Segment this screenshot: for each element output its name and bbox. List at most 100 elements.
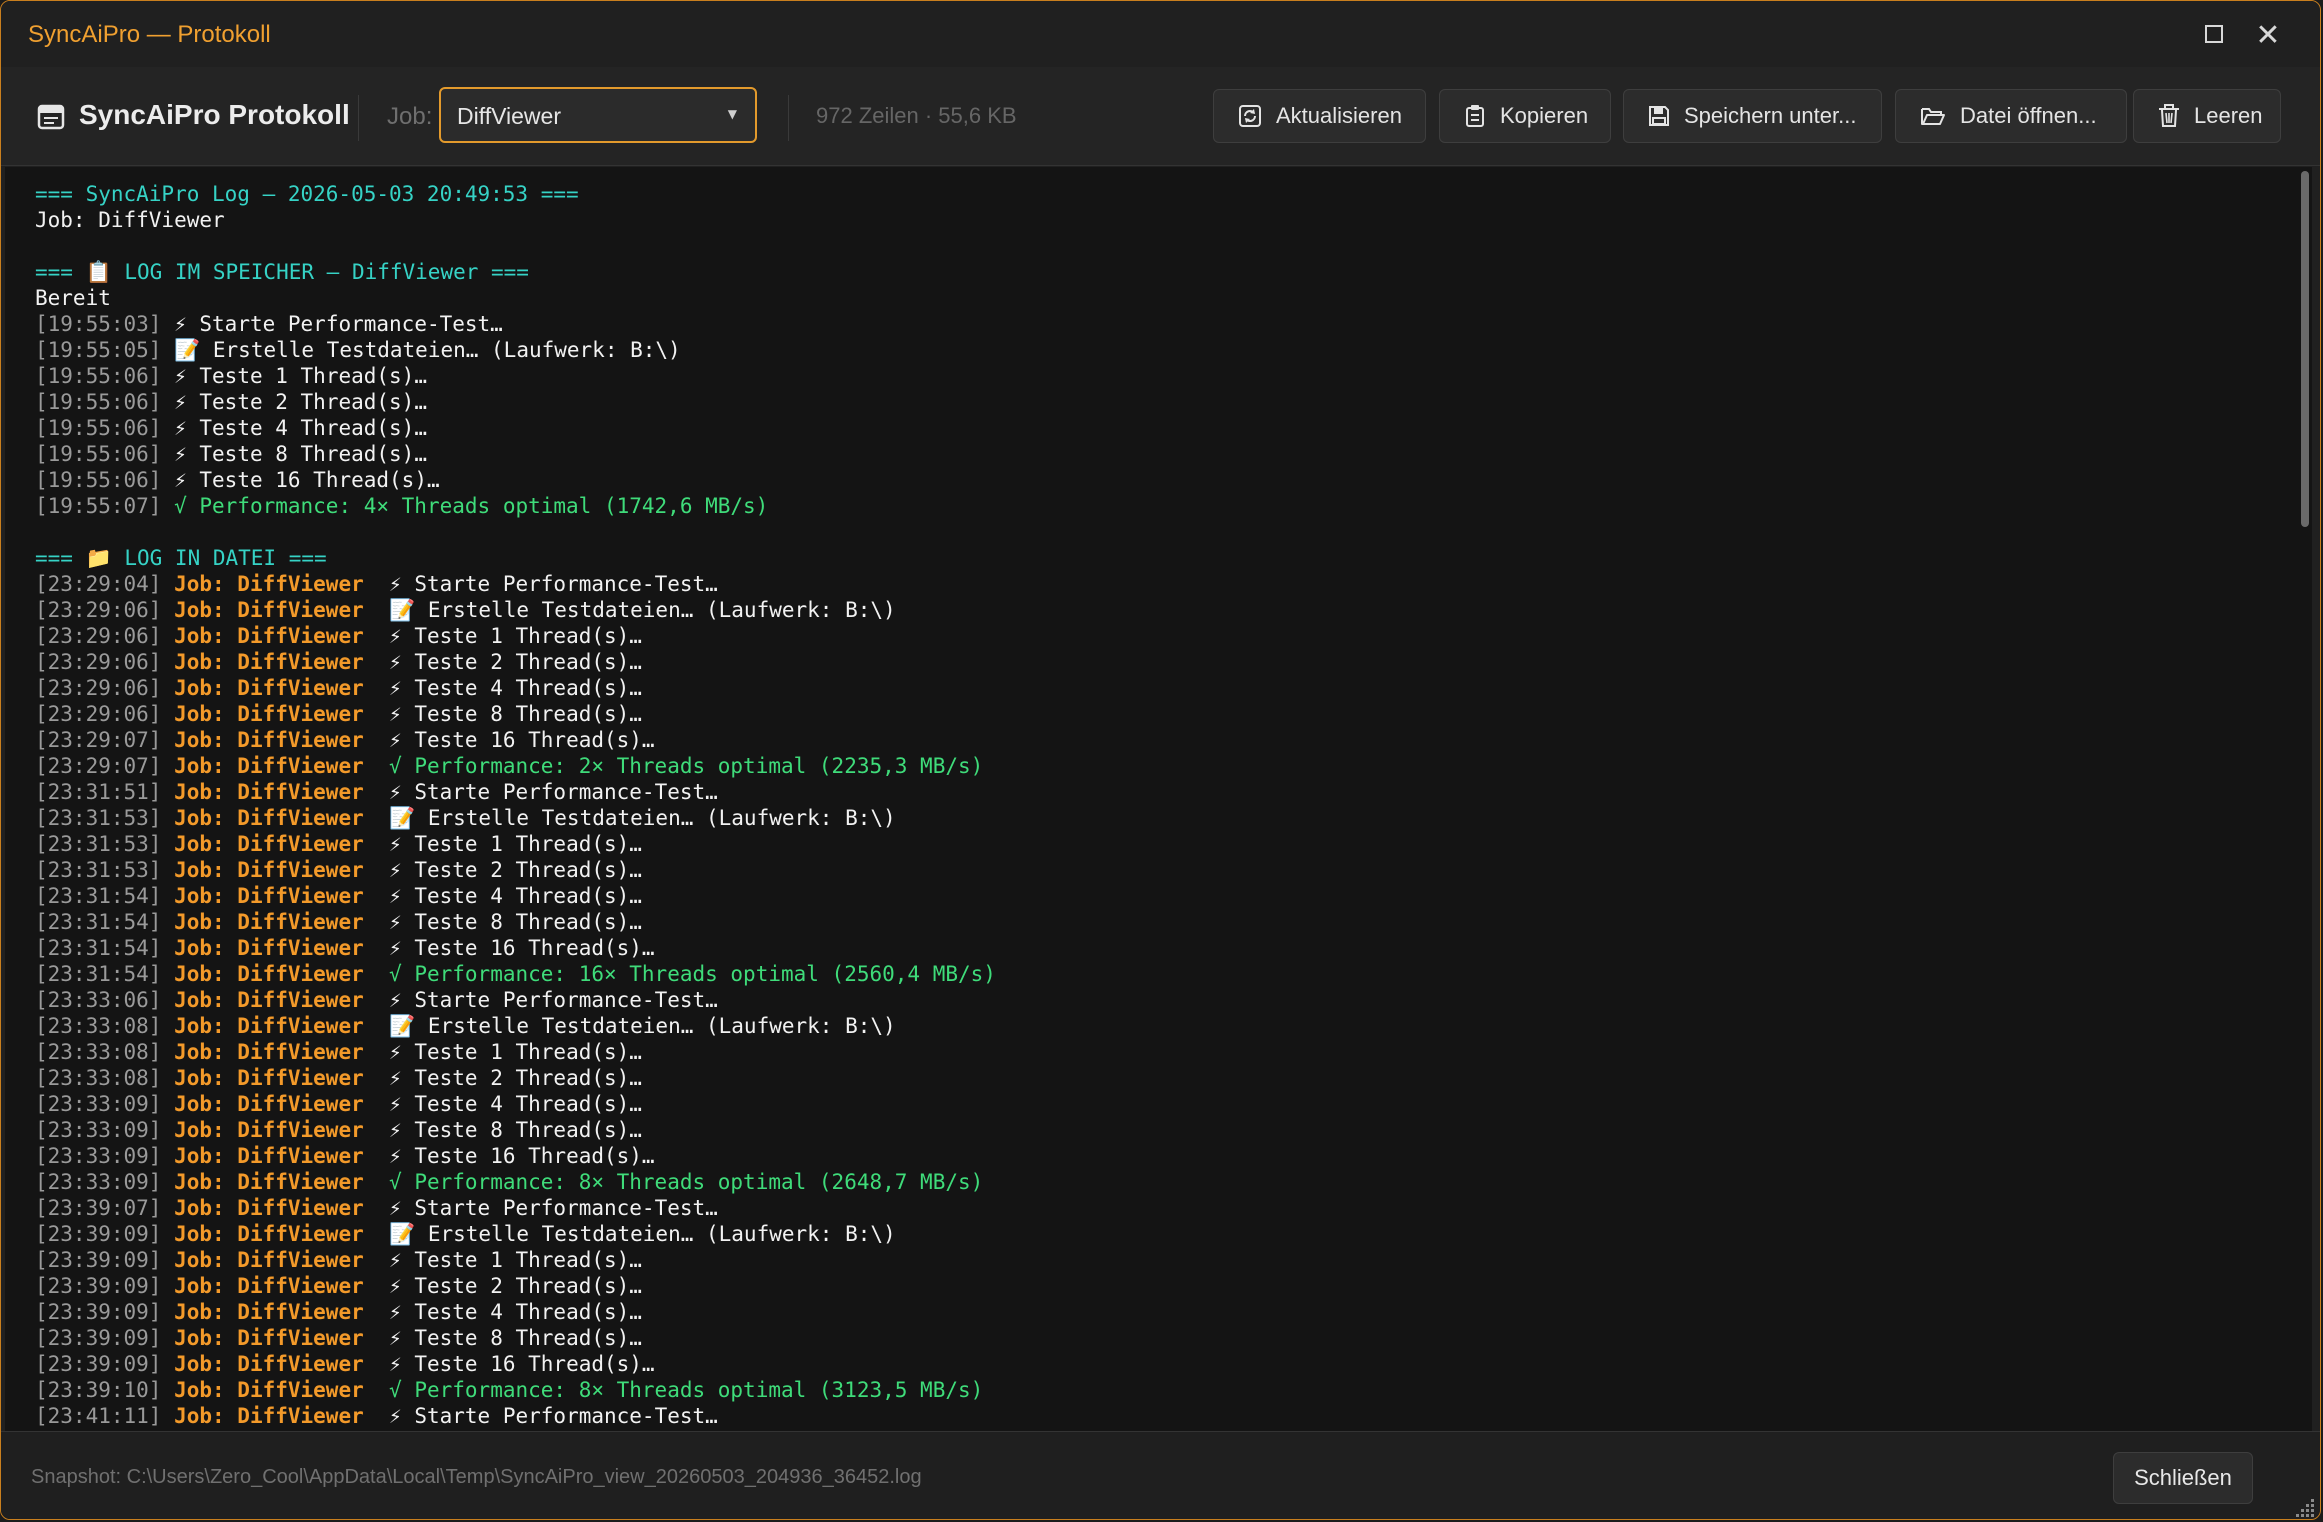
log-message: Teste 1 Thread(s)…	[401, 1040, 642, 1064]
dropdown-arrow-icon: ▼	[727, 107, 737, 121]
log-text: Job: DiffViewer	[35, 208, 225, 232]
log-job-name: Job: DiffViewer	[174, 1300, 364, 1324]
log-job-name: Job: DiffViewer	[174, 884, 364, 908]
lightning-icon: ⚡	[389, 884, 402, 908]
log-view[interactable]: === SyncAiPro Log – 2026-05-03 20:49:53 …	[5, 167, 2312, 1431]
memo-icon: 📝	[389, 1014, 416, 1038]
log-job-name: Job: DiffViewer	[174, 572, 364, 596]
resize-grip-icon[interactable]	[2294, 1496, 2316, 1518]
clear-button[interactable]: Leeren	[2133, 89, 2281, 143]
open-file-button[interactable]: Datei öffnen...	[1895, 89, 2127, 143]
log-timestamp: [23:31:53]	[35, 806, 162, 830]
log-line: [23:39:09] Job: DiffViewer ⚡ Teste 4 Thr…	[35, 1299, 996, 1325]
log-job-name: Job: DiffViewer	[174, 1144, 364, 1168]
copy-button[interactable]: Kopieren	[1439, 89, 1611, 143]
lightning-icon: ⚡	[174, 468, 187, 492]
log-timestamp: [23:39:09]	[35, 1352, 162, 1376]
log-stats: 972 Zeilen · 55,6 KB	[816, 103, 1017, 128]
job-label: Job:	[387, 103, 433, 130]
log-job-name: Job: DiffViewer	[174, 1170, 364, 1194]
log-success-message: √ Performance: 8× Threads optimal (2648,…	[389, 1170, 984, 1194]
lightning-icon: ⚡	[389, 832, 402, 856]
lightning-icon: ⚡	[389, 910, 402, 934]
log-line: [19:55:06] ⚡ Teste 1 Thread(s)…	[35, 363, 996, 389]
log-line: [19:55:07] √ Performance: 4× Threads opt…	[35, 493, 996, 519]
log-job-name: Job: DiffViewer	[174, 962, 364, 986]
log-timestamp: [23:33:09]	[35, 1144, 162, 1168]
close-window-button[interactable]: ✕	[2245, 13, 2291, 59]
log-message: Teste 8 Thread(s)…	[401, 702, 642, 726]
log-message: Teste 2 Thread(s)…	[401, 1066, 642, 1090]
log-timestamp: [23:39:09]	[35, 1300, 162, 1324]
log-timestamp: [23:29:06]	[35, 624, 162, 648]
log-timestamp: [19:55:06]	[35, 442, 162, 466]
log-message: Teste 4 Thread(s)…	[186, 416, 427, 440]
lightning-icon: ⚡	[174, 442, 187, 466]
save-icon	[1649, 106, 1669, 126]
log-success-message: √ Performance: 16× Threads optimal (2560…	[389, 962, 996, 986]
memo-icon: 📝	[389, 1222, 416, 1246]
log-message: Teste 4 Thread(s)…	[401, 1092, 642, 1116]
close-button[interactable]: Schließen	[2113, 1452, 2253, 1504]
log-timestamp: [23:29:07]	[35, 754, 162, 778]
job-select[interactable]: DiffViewer ▼	[439, 87, 757, 143]
log-job-name: Job: DiffViewer	[174, 1404, 364, 1428]
log-timestamp: [23:41:11]	[35, 1404, 162, 1428]
log-job-name: Job: DiffViewer	[174, 1248, 364, 1272]
log-line: [23:31:53] Job: DiffViewer ⚡ Teste 2 Thr…	[35, 857, 996, 883]
log-line: [23:31:53] Job: DiffViewer 📝 Erstelle Te…	[35, 805, 996, 831]
log-job-name: Job: DiffViewer	[174, 650, 364, 674]
app-log-icon	[37, 104, 65, 130]
job-select-value: DiffViewer	[457, 103, 561, 129]
log-job-name: Job: DiffViewer	[174, 1040, 364, 1064]
log-line: [23:33:08] Job: DiffViewer 📝 Erstelle Te…	[35, 1013, 996, 1039]
log-message: Starte Performance-Test…	[401, 780, 718, 804]
log-message: Teste 1 Thread(s)…	[401, 832, 642, 856]
log-message: Erstelle Testdateien… (Laufwerk: B:\)	[415, 1014, 896, 1038]
snapshot-path: Snapshot: C:\Users\Zero_Cool\AppData\Loc…	[31, 1466, 922, 1488]
log-timestamp: [23:39:07]	[35, 1196, 162, 1220]
lightning-icon: ⚡	[389, 1300, 402, 1324]
log-message: Teste 1 Thread(s)…	[401, 624, 642, 648]
log-line: [23:31:54] Job: DiffViewer ⚡ Teste 16 Th…	[35, 935, 996, 961]
log-job-name: Job: DiffViewer	[174, 1014, 364, 1038]
log-message: Teste 4 Thread(s)…	[401, 676, 642, 700]
log-message: Teste 8 Thread(s)…	[401, 1326, 642, 1350]
log-line: [23:29:07] Job: DiffViewer √ Performance…	[35, 753, 996, 779]
save-as-button[interactable]: Speichern unter...	[1623, 89, 1882, 143]
log-message: Starte Performance-Test…	[401, 1196, 718, 1220]
log-timestamp: [23:39:09]	[35, 1222, 162, 1246]
log-line: [23:39:09] Job: DiffViewer 📝 Erstelle Te…	[35, 1221, 996, 1247]
scrollbar-thumb[interactable]	[2301, 171, 2309, 527]
lightning-icon: ⚡	[174, 312, 187, 336]
clear-label: Leeren	[2194, 103, 2263, 128]
log-window: SyncAiPro — Protokoll ✕ SyncAiPro Protok…	[0, 0, 2321, 1520]
log-message: Erstelle Testdateien… (Laufwerk: B:\)	[200, 338, 681, 362]
log-timestamp: [19:55:06]	[35, 390, 162, 414]
log-message: Teste 16 Thread(s)…	[401, 1144, 655, 1168]
lightning-icon: ⚡	[389, 572, 402, 596]
log-message: Erstelle Testdateien… (Laufwerk: B:\)	[415, 598, 896, 622]
log-job-name: Job: DiffViewer	[174, 1274, 364, 1298]
log-line: === 📁 LOG IN DATEI ===	[35, 545, 996, 571]
log-line: [19:55:06] ⚡ Teste 2 Thread(s)…	[35, 389, 996, 415]
log-line: [19:55:06] ⚡ Teste 16 Thread(s)…	[35, 467, 996, 493]
log-message: Teste 16 Thread(s)…	[401, 728, 655, 752]
log-timestamp: [23:39:09]	[35, 1274, 162, 1298]
log-scrollbar[interactable]	[2298, 167, 2312, 1431]
lightning-icon: ⚡	[389, 728, 402, 752]
maximize-button[interactable]	[2191, 13, 2237, 59]
lightning-icon: ⚡	[389, 1118, 402, 1142]
app-title: SyncAiPro Protokoll	[79, 99, 350, 130]
log-job-name: Job: DiffViewer	[174, 1196, 364, 1220]
log-job-name: Job: DiffViewer	[174, 754, 364, 778]
log-message: Starte Performance-Test…	[401, 1404, 718, 1428]
log-timestamp: [23:29:06]	[35, 676, 162, 700]
log-message: Starte Performance-Test…	[401, 572, 718, 596]
log-line: [23:31:53] Job: DiffViewer ⚡ Teste 1 Thr…	[35, 831, 996, 857]
log-job-name: Job: DiffViewer	[174, 624, 364, 648]
refresh-button[interactable]: Aktualisieren	[1213, 89, 1426, 143]
log-line: [23:33:09] Job: DiffViewer √ Performance…	[35, 1169, 996, 1195]
